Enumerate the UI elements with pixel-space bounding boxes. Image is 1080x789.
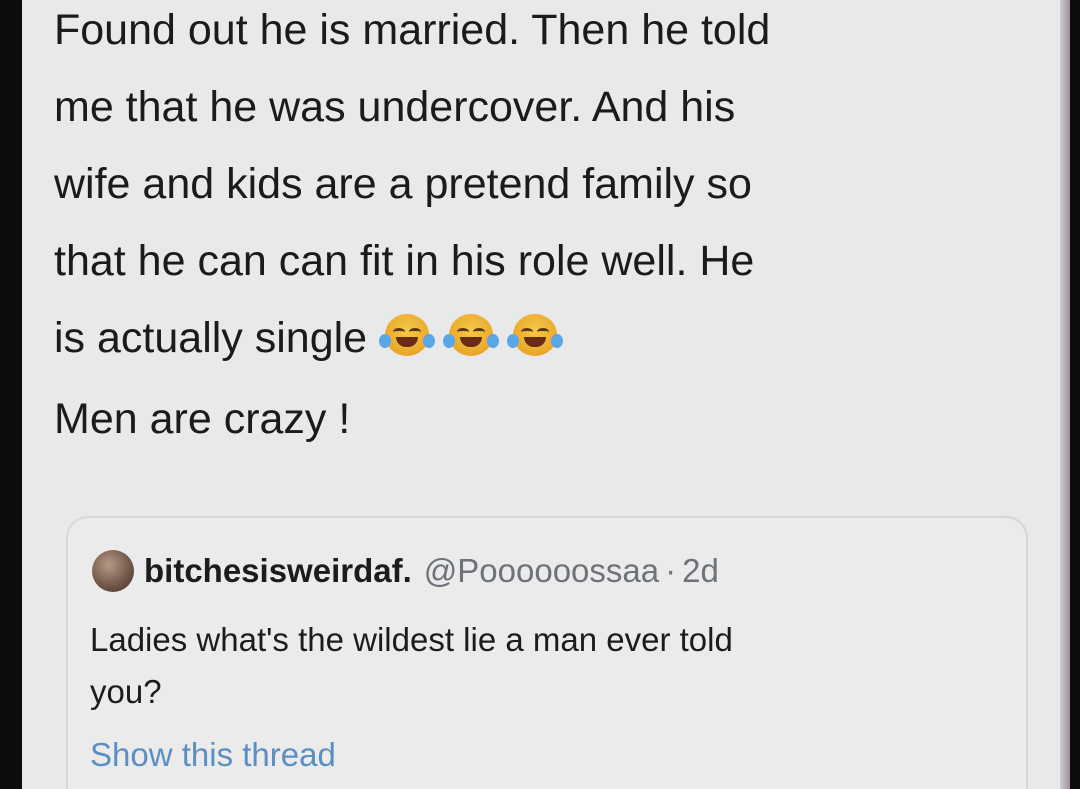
quoted-tweet-card[interactable]: bitchesisweirdaf. @Poooooossaa · 2d Ladi… — [66, 516, 1028, 789]
quoted-display-name[interactable]: bitchesisweirdaf. — [144, 552, 412, 590]
tweet-line: is actually single — [54, 314, 368, 362]
tweet-line: me that he was undercover. And his — [54, 83, 736, 131]
tweet-line: Found out he is married. Then he told — [54, 6, 771, 54]
tears-of-joy-emoji-icon — [379, 314, 436, 356]
tears-of-joy-emoji-icon — [507, 314, 564, 356]
quoted-handle[interactable]: @Poooooossaa — [424, 552, 659, 590]
tweet-text: Found out he is married. Then he told me… — [54, 0, 1054, 458]
screenshot-screen: Found out he is married. Then he told me… — [22, 0, 1070, 789]
tweet-line-with-emojis: is actually single — [54, 300, 1054, 381]
screen-edge — [1060, 0, 1070, 789]
quoted-timestamp[interactable]: 2d — [682, 552, 719, 590]
quoted-text-line: you? — [90, 673, 162, 710]
avatar[interactable] — [92, 550, 134, 592]
emoji-row — [379, 304, 577, 381]
quoted-text-line: Ladies what's the wildest lie a man ever… — [90, 621, 733, 658]
quoted-tweet-text: Ladies what's the wildest lie a man ever… — [90, 614, 990, 718]
tweet-line: wife and kids are a pretend family so — [54, 160, 752, 208]
tweet-line: Men are crazy ! — [54, 395, 351, 443]
separator-dot: · — [665, 552, 677, 589]
quoted-tweet-header: bitchesisweirdaf. @Poooooossaa · 2d — [92, 550, 719, 592]
tears-of-joy-emoji-icon — [443, 314, 500, 356]
tweet-line: that he can can fit in his role well. He — [54, 237, 755, 285]
show-thread-link[interactable]: Show this thread — [90, 736, 336, 774]
